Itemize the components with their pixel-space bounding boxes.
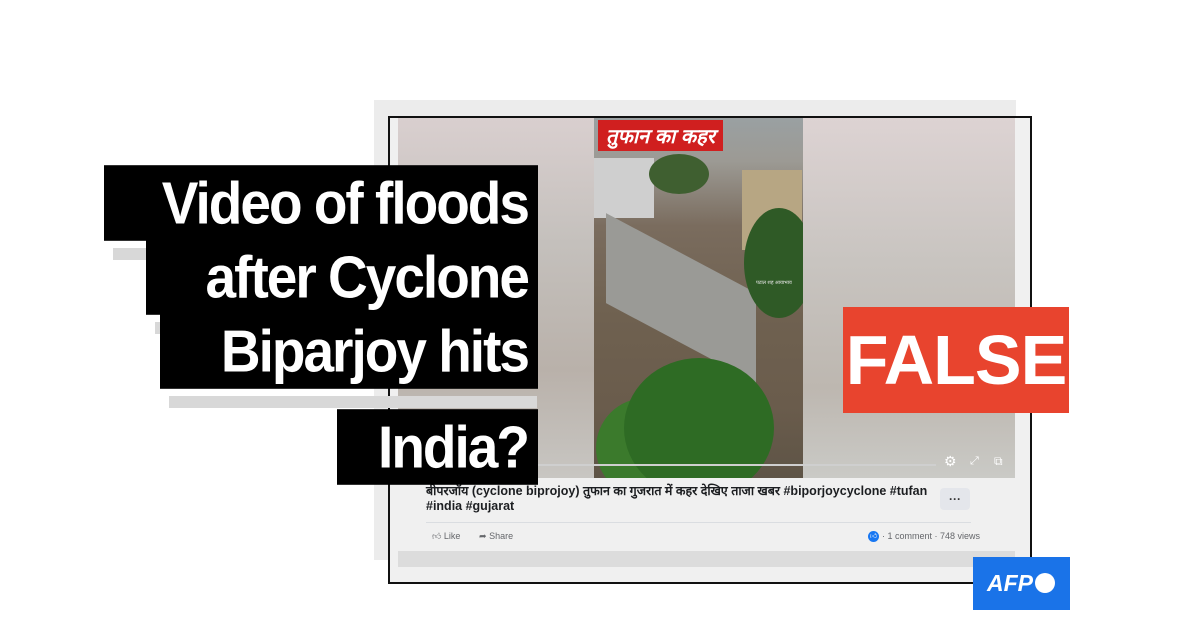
- post-caption: बीपरजॉय (cyclone biprojoy) तुफान का गुजर…: [426, 484, 928, 513]
- more-options-button[interactable]: ···: [940, 488, 970, 510]
- headline-line-2: after Cyclone: [146, 239, 538, 315]
- headline-shadow: [169, 396, 537, 408]
- video-wall: [606, 213, 756, 383]
- headline-line-4: India?: [337, 409, 538, 485]
- video-blur-right: [803, 118, 1015, 478]
- video-roof: [594, 158, 654, 218]
- divider: [426, 522, 971, 523]
- afp-logo-dot: [1035, 573, 1055, 593]
- share-button[interactable]: ➦ Share: [479, 531, 513, 542]
- screenshot-footer: [398, 551, 1015, 567]
- video-overlay-text: तुफान का कहर: [598, 120, 723, 151]
- false-verdict-label: FALSE: [843, 307, 1069, 413]
- headline-line-3: Biparjoy hits: [160, 313, 538, 389]
- post-stats: 👍︎ · 1 comment · 748 views: [868, 531, 981, 543]
- like-label: Like: [443, 531, 461, 541]
- thumbs-up-icon: 👍︎: [432, 531, 442, 541]
- video-frame: पटाल शह आयाभाव: [594, 118, 803, 478]
- share-icon: ➦: [479, 531, 487, 541]
- afp-logo-text: AFP: [987, 570, 1033, 596]
- settings-icon[interactable]: ⚙: [944, 454, 957, 468]
- pip-icon[interactable]: ⧉: [994, 454, 1003, 468]
- share-label: Share: [489, 531, 514, 541]
- video-tree: [649, 154, 709, 194]
- video-watermark: पटाल शह आयाभाव: [756, 280, 792, 286]
- expand-icon[interactable]: ⤢: [970, 454, 979, 468]
- like-button[interactable]: 👍︎ Like: [432, 531, 460, 542]
- afp-logo: AFP: [973, 557, 1070, 610]
- headline-line-1: Video of floods: [104, 165, 538, 241]
- post-stats-text: · 1 comment · 748 views: [882, 531, 981, 541]
- like-reaction-icon: 👍︎: [868, 531, 879, 543]
